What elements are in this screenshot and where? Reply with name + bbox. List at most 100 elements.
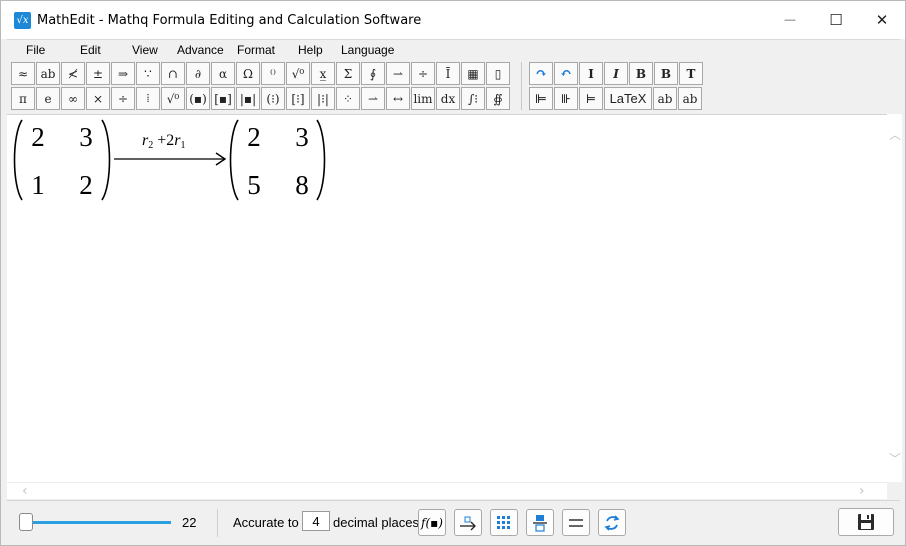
symbol-row2-11-button[interactable]: [⁝] <box>286 87 310 110</box>
format-row2-1-button[interactable]: ⊪ <box>554 87 578 110</box>
close-button[interactable]: ✕ <box>859 1 905 39</box>
format-toolbar-row-2: ⊫ ⊪ ⊨ LaTeX ab ab <box>529 87 703 110</box>
symbol-row2-12-button[interactable]: |⁝| <box>311 87 335 110</box>
matrix-row-reduction-formula[interactable]: 2 3 1 2 r2 +2r1 2 3 5 8 <box>7 115 347 205</box>
format-row1-2-button[interactable]: I <box>579 62 603 85</box>
menu-edit[interactable]: Edit <box>80 43 101 57</box>
fraction-button[interactable] <box>526 509 554 536</box>
format-row1-3-button[interactable]: I <box>604 62 628 85</box>
horizontal-scrollbar[interactable]: ‹ › <box>7 482 887 499</box>
menu-bar: File Edit View Advance Format Help Langu… <box>7 39 900 60</box>
scroll-right-icon[interactable]: › <box>859 483 865 499</box>
symbol-row1-7-button[interactable]: ∂ <box>186 62 210 85</box>
format-row2-4-button[interactable]: ab <box>653 87 677 110</box>
save-disk-icon <box>858 514 874 530</box>
window-controls: — ☐ ✕ <box>767 1 905 39</box>
equals-icon <box>569 518 583 527</box>
decimal-places-input[interactable] <box>302 511 330 531</box>
symbol-row1-10-button[interactable]: ⁽⁾ <box>261 62 285 85</box>
scroll-up-icon[interactable]: ︿ <box>889 126 901 143</box>
function-button[interactable]: f(▪) <box>418 509 446 536</box>
accuracy-label: Accurate to <box>233 515 299 530</box>
symbol-row1-15-button[interactable]: ⇀ <box>386 62 410 85</box>
format-row1-5-button[interactable]: B <box>654 62 678 85</box>
maximize-button[interactable]: ☐ <box>813 1 859 39</box>
vertical-scrollbar[interactable]: ︿ ﹀ <box>887 114 902 482</box>
matrix-grid-icon <box>497 515 510 529</box>
symbol-row1-0-button[interactable]: ≈ <box>11 62 35 85</box>
symbol-row1-2-button[interactable]: ≮ <box>61 62 85 85</box>
formula-editor-canvas[interactable]: 2 3 1 2 r2 +2r1 2 3 5 8 <box>7 114 887 482</box>
symbol-row1-18-button[interactable]: ▦ <box>461 62 485 85</box>
menu-file[interactable]: File <box>26 43 45 57</box>
right-arrow-icon <box>114 152 227 166</box>
symbol-row2-7-button[interactable]: (▪) <box>186 87 210 110</box>
menu-language[interactable]: Language <box>341 43 394 57</box>
symbol-row1-8-button[interactable]: α <box>211 62 235 85</box>
format-row2-2-button[interactable]: ⊨ <box>579 87 603 110</box>
symbol-row2-6-button[interactable]: √⁰ <box>161 87 185 110</box>
scroll-left-icon[interactable]: ‹ <box>22 483 28 499</box>
format-row2-5-button[interactable]: ab <box>678 87 702 110</box>
status-separator <box>217 509 218 537</box>
format-row1-4-button[interactable]: B <box>629 62 653 85</box>
symbol-row1-3-button[interactable]: ± <box>86 62 110 85</box>
symbol-row2-18-button[interactable]: ∫⁝ <box>461 87 485 110</box>
symbol-row1-9-button[interactable]: Ω <box>236 62 260 85</box>
symbol-row1-4-button[interactable]: ⇒ <box>111 62 135 85</box>
symbol-row2-3-button[interactable]: × <box>86 87 110 110</box>
menu-view[interactable]: View <box>132 43 158 57</box>
symbol-row2-1-button[interactable]: e <box>36 87 60 110</box>
symbol-row1-6-button[interactable]: ∩ <box>161 62 185 85</box>
symbol-row2-10-button[interactable]: (⁝) <box>261 87 285 110</box>
symbol-row2-19-button[interactable]: ∯ <box>486 87 510 110</box>
toolbar-separator <box>521 62 522 110</box>
symbol-row1-12-button[interactable]: x̲ <box>311 62 335 85</box>
status-bar: 22 Accurate to decimal places f(▪) <box>7 500 900 542</box>
equals-button[interactable] <box>562 509 590 536</box>
symbol-row2-4-button[interactable]: ÷ <box>111 87 135 110</box>
symbol-row1-19-button[interactable]: ▯ <box>486 62 510 85</box>
symbol-row1-5-button[interactable]: ∵ <box>136 62 160 85</box>
matrix-button[interactable] <box>490 509 518 536</box>
matrix-cell: 3 <box>295 122 309 152</box>
symbol-row1-1-button[interactable]: ab <box>36 62 60 85</box>
zoom-slider-thumb[interactable] <box>19 513 33 531</box>
format-row2-3-button[interactable]: LaTeX <box>604 87 652 110</box>
symbol-row2-5-button[interactable]: ⁞ <box>136 87 160 110</box>
fraction-icon <box>533 514 547 532</box>
save-button[interactable] <box>838 508 894 536</box>
symbol-toolbar-row-1: ≈ ab ≮ ± ⇒ ∵ ∩ ∂ α Ω ⁽⁾ √⁰ x̲ Σ ∮ ⇀ ÷ Ī ▦ ▯ <box>11 62 511 85</box>
menu-advance[interactable]: Advance <box>177 43 224 57</box>
zoom-slider-track[interactable] <box>23 521 171 524</box>
symbol-row1-17-button[interactable]: Ī <box>436 62 460 85</box>
symbol-row2-15-button[interactable]: ↔ <box>386 87 410 110</box>
title-bar: √x MathEdit - Mathq Formula Editing and … <box>1 1 905 39</box>
symbol-row1-14-button[interactable]: ∮ <box>361 62 385 85</box>
left-paren-icon <box>229 119 239 201</box>
symbol-row2-9-button[interactable]: |▪| <box>236 87 260 110</box>
insert-arrow-button[interactable] <box>454 509 482 536</box>
format-row1-0-button[interactable]: ↷ <box>529 62 553 85</box>
format-toolbar-row-1: ↷ ↶ I I B B T <box>529 62 704 85</box>
symbol-row2-0-button[interactable]: π <box>11 87 35 110</box>
symbol-row1-16-button[interactable]: ÷ <box>411 62 435 85</box>
matrix-cell: 8 <box>295 170 309 200</box>
symbol-row2-16-button[interactable]: lim <box>411 87 435 110</box>
minimize-button[interactable]: — <box>767 1 813 39</box>
symbol-row2-2-button[interactable]: ∞ <box>61 87 85 110</box>
scroll-down-icon[interactable]: ﹀ <box>889 450 901 467</box>
convert-button[interactable] <box>598 509 626 536</box>
symbol-row2-14-button[interactable]: ⇀ <box>361 87 385 110</box>
format-row1-6-button[interactable]: T <box>679 62 703 85</box>
symbol-row2-13-button[interactable]: ⁘ <box>336 87 360 110</box>
function-icon: f(▪) <box>421 515 443 530</box>
symbol-row1-11-button[interactable]: √⁰ <box>286 62 310 85</box>
symbol-row2-8-button[interactable]: [▪] <box>211 87 235 110</box>
symbol-row1-13-button[interactable]: Σ <box>336 62 360 85</box>
menu-format[interactable]: Format <box>237 43 275 57</box>
format-row1-1-button[interactable]: ↶ <box>554 62 578 85</box>
menu-help[interactable]: Help <box>298 43 323 57</box>
format-row2-0-button[interactable]: ⊫ <box>529 87 553 110</box>
symbol-row2-17-button[interactable]: dx <box>436 87 460 110</box>
